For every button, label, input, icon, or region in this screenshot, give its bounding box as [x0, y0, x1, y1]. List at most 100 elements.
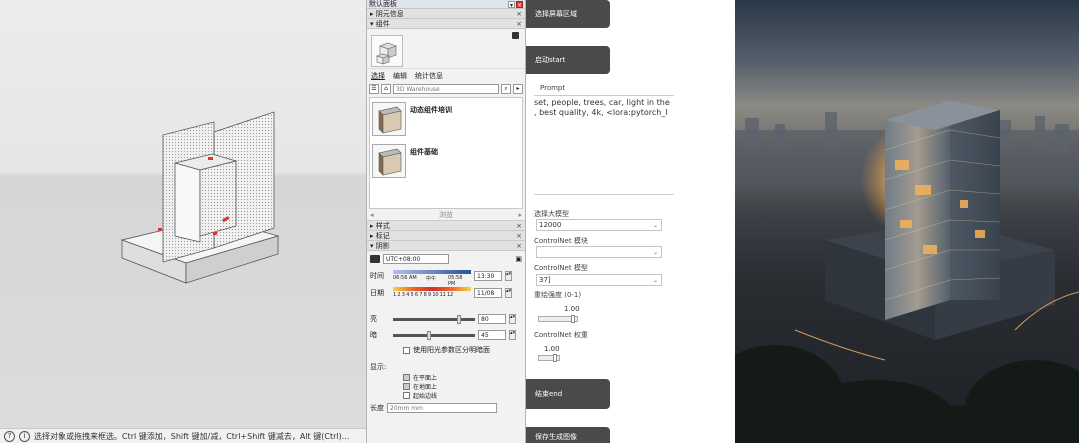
close-icon[interactable]: × [516, 242, 522, 250]
denoise-label: 重绘强度 (0-1) [534, 291, 582, 299]
chevron-down-icon: ⌄ [652, 249, 658, 256]
from-edges-row: 起始边线 [367, 391, 525, 400]
rendered-image [735, 0, 1079, 443]
component-icon [372, 102, 406, 136]
use-sun-row: 使用阳光参数区分明暗面 [367, 343, 525, 357]
display-label-row: 显示: [367, 361, 525, 373]
list-item[interactable]: 动态组件培训 [372, 102, 452, 136]
controlnet-model-select[interactable]: 37] ⌄ [536, 274, 662, 286]
sketchup-viewport[interactable] [0, 0, 366, 430]
denoise-slider[interactable] [538, 315, 578, 323]
geolocation-icon[interactable]: i [19, 430, 30, 442]
section-components[interactable]: ▾ 组件 × [367, 19, 525, 29]
units-input[interactable]: 20mm mm [387, 403, 497, 413]
on-ground-checkbox[interactable] [403, 383, 410, 390]
timezone-select[interactable]: UTC+08:00 [383, 254, 449, 264]
units-label: 长度 [370, 404, 384, 412]
on-ground-label: 在地面上 [413, 384, 438, 391]
time-noon: 中午 [426, 276, 437, 282]
section-shadows[interactable]: ▾ 阴影 × [367, 241, 525, 251]
section-label: 阴元信息 [375, 9, 404, 18]
timezone-row: UTC+08:00 ▣ [367, 251, 525, 267]
date-row: 日期 1 2 3 4 5 6 7 8 9 10 11 12 11/08 ▴▾ [367, 284, 525, 301]
warehouse-search-input[interactable]: 3D Warehouse [393, 84, 499, 94]
status-bar: ? i 选择对象或拖拽来框选。Ctrl 键添加，Shift 键加/减，Ctrl+… [0, 428, 366, 443]
controlnet-module-label: ControlNet 模块 [534, 237, 588, 245]
close-icon[interactable]: × [516, 222, 522, 230]
time-spinner[interactable]: ▴▾ [505, 270, 512, 281]
date-slider[interactable]: 1 2 3 4 5 6 7 8 9 10 11 12 [393, 287, 471, 298]
pin-button[interactable]: ▾ [508, 0, 515, 9]
back-icon[interactable]: ◂ [370, 211, 374, 219]
chevron-down-icon: ⌄ [652, 277, 658, 284]
date-spinner[interactable]: ▴▾ [505, 287, 512, 298]
display-label: 显示: [370, 363, 387, 371]
dark-slider[interactable] [393, 330, 475, 340]
forward-icon[interactable]: ▸ [513, 84, 523, 94]
close-tray-button[interactable]: × [516, 0, 523, 9]
component-thumbnail [371, 35, 403, 67]
end-button[interactable]: 结束end [526, 379, 610, 409]
section-label: 标记 [375, 231, 390, 240]
start-button[interactable]: 启动start [526, 46, 610, 74]
time-input[interactable]: 13:30 [474, 270, 502, 281]
section-entity-info[interactable]: ▸ 阴元信息 × [367, 9, 525, 19]
section-label: 组件 [375, 19, 390, 28]
time-row: 时间 06:56 AM 中午 05:58 PM 13:30 ▴▾ [367, 267, 525, 287]
close-icon[interactable]: × [516, 10, 522, 18]
dark-row: 暗 45 ▴▾ [367, 327, 525, 343]
info-icon[interactable]: ? [4, 430, 15, 442]
controlnet-module-select[interactable]: ⌄ [536, 246, 662, 258]
component-icon [372, 144, 406, 178]
units-row: 长度 20mm mm [367, 402, 525, 414]
render-illustration [735, 100, 1079, 443]
use-sun-label: 使用阳光参数区分明暗面 [413, 346, 490, 354]
search-icon[interactable]: ⌕ [501, 84, 511, 94]
controlnet-model-label: ControlNet 模型 [534, 264, 588, 272]
cubes-icon [376, 42, 397, 65]
forward-icon[interactable]: ▸ [518, 211, 522, 219]
ai-render-panel: 选择屏幕区域 启动start Prompt set, people, trees… [526, 0, 732, 443]
from-edges-checkbox[interactable] [403, 392, 410, 399]
view-options-icon[interactable]: ☰ [369, 84, 379, 94]
component-list: 动态组件培训 组件基础 [369, 97, 523, 209]
component-nav: ◂ 浏览 ▸ [367, 209, 525, 221]
tab-edit[interactable]: 编辑 [393, 71, 407, 81]
list-item[interactable]: 组件基础 [372, 144, 438, 178]
model-label: 选择大模型 [534, 210, 569, 218]
time-slider[interactable]: 06:56 AM 中午 05:58 PM [393, 270, 471, 287]
on-faces-checkbox[interactable] [403, 374, 410, 381]
tab-statistics[interactable]: 统计信息 [415, 71, 443, 81]
date-label: 日期 [370, 288, 384, 297]
light-spinner[interactable]: ▴▾ [509, 314, 516, 324]
shadow-toggle-icon[interactable]: ▣ [515, 255, 522, 263]
select-area-button[interactable]: 选择屏幕区域 [526, 0, 610, 28]
sun-icon[interactable] [370, 255, 380, 263]
save-image-button[interactable]: 保存生成图像 [526, 427, 610, 443]
controlnet-weight-value: 1.00 [544, 345, 560, 353]
light-input[interactable]: 80 [478, 314, 506, 324]
date-input[interactable]: 11/08 [474, 287, 502, 298]
use-sun-checkbox[interactable] [403, 346, 410, 354]
component-name: 组件基础 [410, 148, 438, 156]
section-tags[interactable]: ▸ 标记 × [367, 231, 525, 241]
section-styles[interactable]: ▸ 样式 × [367, 221, 525, 231]
prompt-textarea[interactable]: set, people, trees, car, light in the , … [534, 95, 674, 195]
close-icon[interactable]: × [516, 232, 522, 240]
time-label: 时间 [370, 271, 384, 280]
component-tabs: 选择 编辑 统计信息 [367, 69, 525, 83]
controlnet-model-value: 37] [539, 276, 551, 284]
controlnet-weight-slider[interactable] [538, 354, 560, 362]
lock-icon[interactable] [512, 32, 519, 39]
home-icon[interactable]: ⌂ [381, 84, 391, 94]
light-slider[interactable] [393, 314, 475, 324]
close-icon[interactable]: × [516, 20, 522, 28]
building-model[interactable] [0, 0, 366, 430]
dark-spinner[interactable]: ▴▾ [509, 330, 516, 340]
dark-label: 暗 [370, 331, 377, 339]
model-select[interactable]: 12000 ⌄ [536, 219, 662, 231]
light-label: 亮 [370, 315, 377, 323]
dark-input[interactable]: 45 [478, 330, 506, 340]
prompt-label: Prompt [540, 84, 566, 92]
tab-select[interactable]: 选择 [371, 71, 385, 81]
